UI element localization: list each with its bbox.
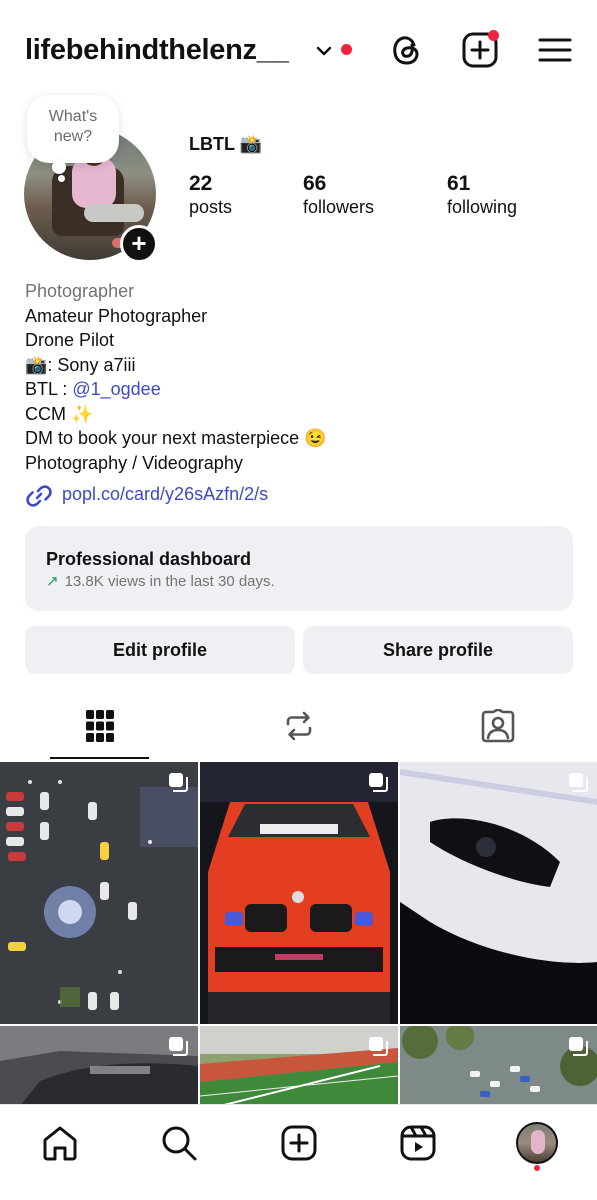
- tab-tagged[interactable]: [398, 702, 597, 760]
- display-name: LBTL 📸: [189, 134, 263, 154]
- post-aerial-parking-lot[interactable]: [0, 762, 198, 1024]
- menu-icon[interactable]: [535, 30, 575, 70]
- bio-line: DM to book your next masterpiece 😉: [25, 428, 327, 448]
- trend-up-icon: ↗: [46, 573, 59, 590]
- profile-bio: Photographer Amateur Photographer Drone …: [25, 279, 585, 475]
- mention-link[interactable]: @1_ogdee: [72, 379, 160, 399]
- stat-label: followers: [303, 197, 375, 217]
- threads-icon[interactable]: [386, 30, 426, 70]
- dashboard-stats-text: 13.8K views in the last 30 days.: [64, 573, 275, 590]
- stat-label: following: [447, 197, 518, 217]
- create-notification-dot: [488, 30, 499, 41]
- multi-photo-icon: [169, 773, 188, 792]
- multi-photo-icon: [569, 773, 588, 792]
- post-football-field[interactable]: [200, 1026, 398, 1104]
- chevron-down-icon[interactable]: [313, 40, 335, 62]
- bio-line: CCM ✨: [25, 403, 94, 424]
- create-icon[interactable]: [279, 1123, 319, 1163]
- home-icon[interactable]: [40, 1123, 80, 1163]
- bio-line: Drone Pilot: [25, 330, 115, 350]
- professional-dashboard[interactable]: Professional dashboard ↗ 13.8K views in t…: [25, 526, 573, 611]
- note-bubble-tail-small: [58, 175, 65, 182]
- share-profile-button[interactable]: Share profile: [303, 626, 573, 674]
- reposts-icon: [286, 711, 311, 741]
- bio-mention-prefix: BTL :: [25, 379, 73, 399]
- account-username[interactable]: lifebehindthelenz__: [25, 34, 289, 67]
- reels-icon[interactable]: [398, 1123, 438, 1163]
- stat-label: posts: [189, 197, 233, 217]
- plus-icon: +: [131, 228, 147, 258]
- posts-count[interactable]: 22 posts: [189, 172, 232, 218]
- bio-line: Photography / Videography: [25, 452, 243, 473]
- post-white-viper[interactable]: [400, 762, 597, 1024]
- bio-line: 📸: Sony a7iii: [25, 354, 136, 375]
- edit-profile-button[interactable]: Edit profile: [25, 626, 295, 674]
- account-notification-dot: [341, 44, 352, 55]
- dashboard-subtitle: ↗ 13.8K views in the last 30 days.: [46, 572, 275, 590]
- bio-line: Amateur Photographer: [25, 305, 208, 326]
- stat-number: 66: [303, 172, 327, 195]
- stat-number: 61: [447, 172, 471, 195]
- multi-photo-icon: [569, 1037, 588, 1056]
- post-aerial-lot-trees[interactable]: [400, 1026, 597, 1104]
- multi-photo-icon: [369, 773, 388, 792]
- profile-category: Photographer: [25, 281, 135, 301]
- stat-number: 22: [189, 172, 213, 195]
- dashboard-title: Professional dashboard: [46, 549, 252, 569]
- multi-photo-icon: [169, 1037, 188, 1056]
- link-icon: [26, 485, 52, 507]
- multi-photo-icon: [369, 1037, 388, 1056]
- note-text-line2: new?: [53, 128, 93, 145]
- post-orange-bmw[interactable]: [200, 762, 398, 1024]
- active-tab-indicator: [50, 757, 149, 759]
- tab-posts-grid[interactable]: [0, 702, 199, 760]
- post-car-hood[interactable]: [0, 1026, 198, 1104]
- note-text-line1: What's: [48, 108, 98, 125]
- grid-icon: [85, 710, 114, 742]
- posts-grid: [0, 762, 597, 1104]
- bio-line-mention: BTL : @1_ogdee: [25, 377, 585, 402]
- profile-avatar[interactable]: [516, 1122, 558, 1164]
- followers-count[interactable]: 66 followers: [303, 172, 374, 218]
- search-icon[interactable]: [159, 1123, 199, 1163]
- following-count[interactable]: 61 following: [447, 172, 517, 218]
- bottom-navigation: [0, 1104, 597, 1200]
- note-bubble[interactable]: What's new?: [27, 95, 119, 163]
- top-header: lifebehindthelenz__: [0, 0, 597, 100]
- link-text: popl.co/card/y26sAzfn/2/s: [62, 484, 269, 504]
- tab-reposts[interactable]: [199, 702, 398, 760]
- profile-notification-dot: [534, 1165, 540, 1171]
- note-bubble-tail: [52, 160, 66, 174]
- add-story-button[interactable]: +: [120, 225, 158, 263]
- tagged-icon: [481, 709, 514, 743]
